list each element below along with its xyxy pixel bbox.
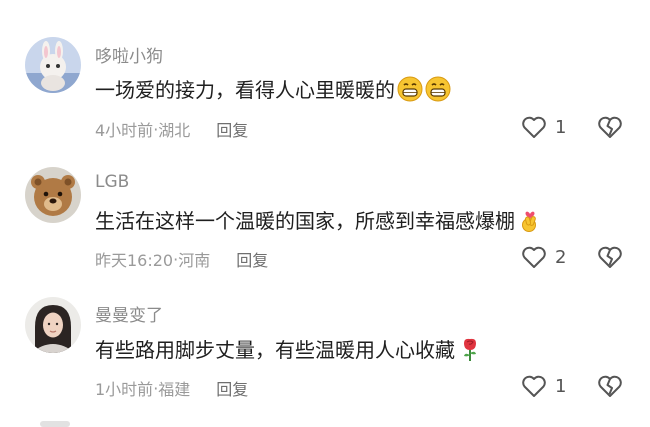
heart-icon	[522, 246, 546, 268]
avatar[interactable]	[25, 167, 81, 223]
username[interactable]: 哆啦小狗	[95, 42, 163, 67]
comment-text-body: 生活在这样一个温暖的国家，所感到幸福感爆棚	[95, 209, 515, 233]
reply-button[interactable]: 回复	[216, 117, 248, 141]
username[interactable]: LGB	[95, 172, 129, 192]
like-count: 1	[555, 116, 567, 138]
location: 河南	[178, 251, 211, 270]
heart-icon	[522, 116, 546, 138]
comment-text: 生活在这样一个温暖的国家，所感到幸福感爆棚	[95, 205, 543, 234]
timestamp: 1小时前	[95, 380, 154, 399]
comment-meta: 昨天16:20 · 河南 回复	[95, 247, 268, 271]
broken-heart-icon	[598, 375, 622, 397]
grin-emoji-icon	[397, 76, 423, 102]
like-button[interactable]: 2	[521, 245, 566, 269]
avatar[interactable]	[25, 37, 81, 93]
like-count: 1	[555, 375, 567, 397]
timestamp: 昨天16:20	[95, 251, 174, 270]
next-comment-avatar-peek	[40, 421, 70, 427]
comment-meta: 4小时前 · 湖北 回复	[95, 117, 248, 141]
location: 湖北	[158, 121, 191, 140]
avatar[interactable]	[25, 297, 81, 353]
comment-meta: 1小时前 · 福建 回复	[95, 376, 248, 400]
like-count: 2	[555, 246, 567, 268]
reply-button[interactable]: 回复	[236, 247, 268, 271]
comment-text: 有些路用脚步丈量，有些温暖用人心收藏	[95, 334, 483, 363]
grin-emoji-icon	[425, 76, 451, 102]
username[interactable]: 曼曼变了	[95, 301, 163, 326]
heart-icon	[522, 375, 546, 397]
like-button[interactable]: 1	[521, 374, 566, 398]
location: 福建	[158, 380, 191, 399]
dislike-button[interactable]	[597, 245, 623, 269]
dislike-button[interactable]	[597, 374, 623, 398]
broken-heart-icon	[598, 116, 622, 138]
comment-text-body: 有些路用脚步丈量，有些温暖用人心收藏	[95, 338, 455, 362]
dislike-button[interactable]	[597, 115, 623, 139]
reply-button[interactable]: 回复	[216, 376, 248, 400]
comment-text: 一场爱的接力，看得人心里暖暖的	[95, 74, 451, 103]
like-button[interactable]: 1	[521, 115, 566, 139]
comment-text-body: 一场爱的接力，看得人心里暖暖的	[95, 78, 395, 102]
finger-heart-icon	[517, 207, 543, 233]
timestamp: 4小时前	[95, 121, 154, 140]
rose-icon	[457, 336, 483, 362]
broken-heart-icon	[598, 246, 622, 268]
